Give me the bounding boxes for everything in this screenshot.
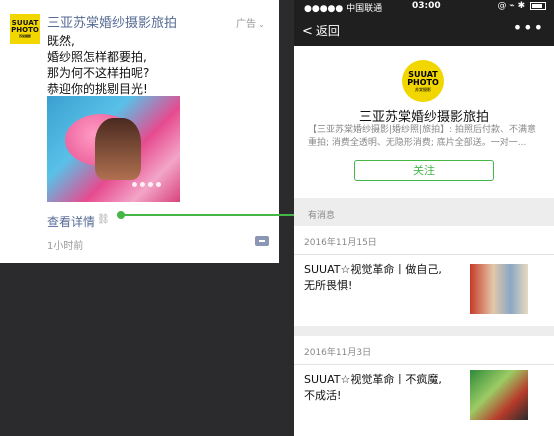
post-time: 1小时前 [47, 241, 84, 252]
ad-text-line: 那为何不这样拍呢? [47, 66, 150, 80]
post-date: 2016年11月3日 [304, 348, 372, 358]
back-button[interactable]: < 返回 [302, 22, 340, 39]
connector-dot-start [117, 211, 125, 219]
chevron-down-icon: ⌄ [258, 20, 265, 29]
profile-description: 【三亚苏棠婚纱摄影|婚纱照|旅拍】: 拍照后付款、不满意 重拍; 消费全透明、无… [308, 124, 546, 150]
logo-text-2: PHOTO [11, 26, 39, 34]
logo-text-2: PHOTO [407, 77, 439, 87]
divider [294, 364, 554, 365]
ad-text-line: 恭迎你的挑剔目光! [47, 82, 148, 96]
follow-button[interactable]: 关注 [354, 160, 494, 181]
status-icons-text: @ ⌁ ✱ [497, 1, 526, 11]
battery-icon [530, 1, 546, 10]
back-label: 返回 [315, 24, 340, 38]
nav-bar: < 返回 ••• [294, 14, 554, 46]
description-line: 重拍; 消费全透明、无隐形消费; 底片全部送。一对一... [308, 138, 527, 148]
carrier-text: ●●●●● 中国联通 [304, 4, 383, 14]
post-title-line: SUUAT☆视觉革命丨不疯魔, [304, 373, 442, 386]
logo-text-3: 苏棠摄影 [18, 34, 31, 38]
couple-figure [95, 118, 141, 180]
brand-logo[interactable]: SUUAT PHOTO 苏棠摄影 [10, 14, 40, 44]
post-card[interactable]: 2016年11月15日 SUUAT☆视觉革命丨做自己, 无所畏惧! [294, 226, 554, 326]
view-details-link[interactable]: 查看详情 [47, 213, 95, 230]
more-button[interactable]: ••• [513, 18, 544, 37]
post-title[interactable]: SUUAT☆视觉革命丨做自己, 无所畏惧! [304, 262, 464, 294]
post-title-line: SUUAT☆视觉革命丨做自己, [304, 263, 442, 276]
account-name[interactable]: 三亚苏棠婚纱摄影旅拍 [47, 12, 177, 31]
post-date: 2016年11月15日 [304, 238, 377, 248]
status-icons: @ ⌁ ✱ [497, 1, 546, 11]
comment-icon[interactable] [255, 236, 269, 246]
clock-text: 03:00 [412, 1, 441, 11]
post-title-line: 不成活! [304, 389, 342, 402]
status-bar: ●●●●● 中国联通 03:00 @ ⌁ ✱ [294, 0, 554, 14]
description-line: 【三亚苏棠婚纱摄影|婚纱照|旅拍】: 拍照后付款、不满意 [308, 125, 536, 135]
post-title[interactable]: SUUAT☆视觉革命丨不疯魔, 不成活! [304, 372, 464, 404]
watermark-icons [132, 182, 161, 187]
ad-card: SUUAT PHOTO 苏棠摄影 三亚苏棠婚纱摄影旅拍 广告 ⌄ 既然, 婚纱照怎… [0, 0, 279, 263]
connector-line [122, 214, 308, 216]
post-thumbnail[interactable] [470, 264, 528, 314]
logo-text-3: 苏棠摄影 [415, 86, 431, 92]
post-title-line: 无所畏惧! [304, 279, 353, 292]
ad-badge[interactable]: 广告 ⌄ [236, 15, 265, 30]
chevron-left-icon: < [302, 24, 313, 39]
post-thumbnail[interactable] [470, 370, 528, 420]
link-icon: ⛓ [97, 214, 110, 225]
ad-badge-label: 广告 [236, 19, 256, 30]
profile-card: SUUAT PHOTO 苏棠摄影 三亚苏棠婚纱摄影旅拍 【三亚苏棠婚纱摄影|婚纱… [294, 46, 554, 198]
ad-text-line: 婚纱照怎样都要拍, [47, 50, 147, 64]
section-label: 有消息 [308, 211, 336, 221]
profile-logo[interactable]: SUUAT PHOTO 苏棠摄影 [402, 60, 444, 102]
ad-photo[interactable] [47, 96, 180, 202]
divider [294, 254, 554, 255]
post-card[interactable]: 2016年11月3日 SUUAT☆视觉革命丨不疯魔, 不成活! [294, 336, 554, 436]
ad-text-line: 既然, [47, 34, 75, 48]
ad-text: 既然, 婚纱照怎样都要拍, 那为何不这样拍呢? 恭迎你的挑剔目光! [47, 33, 227, 97]
profile-name: 三亚苏棠婚纱摄影旅拍 [358, 110, 489, 125]
phone-screen: ●●●●● 中国联通 03:00 @ ⌁ ✱ < 返回 ••• SUUAT PHO… [294, 0, 554, 436]
